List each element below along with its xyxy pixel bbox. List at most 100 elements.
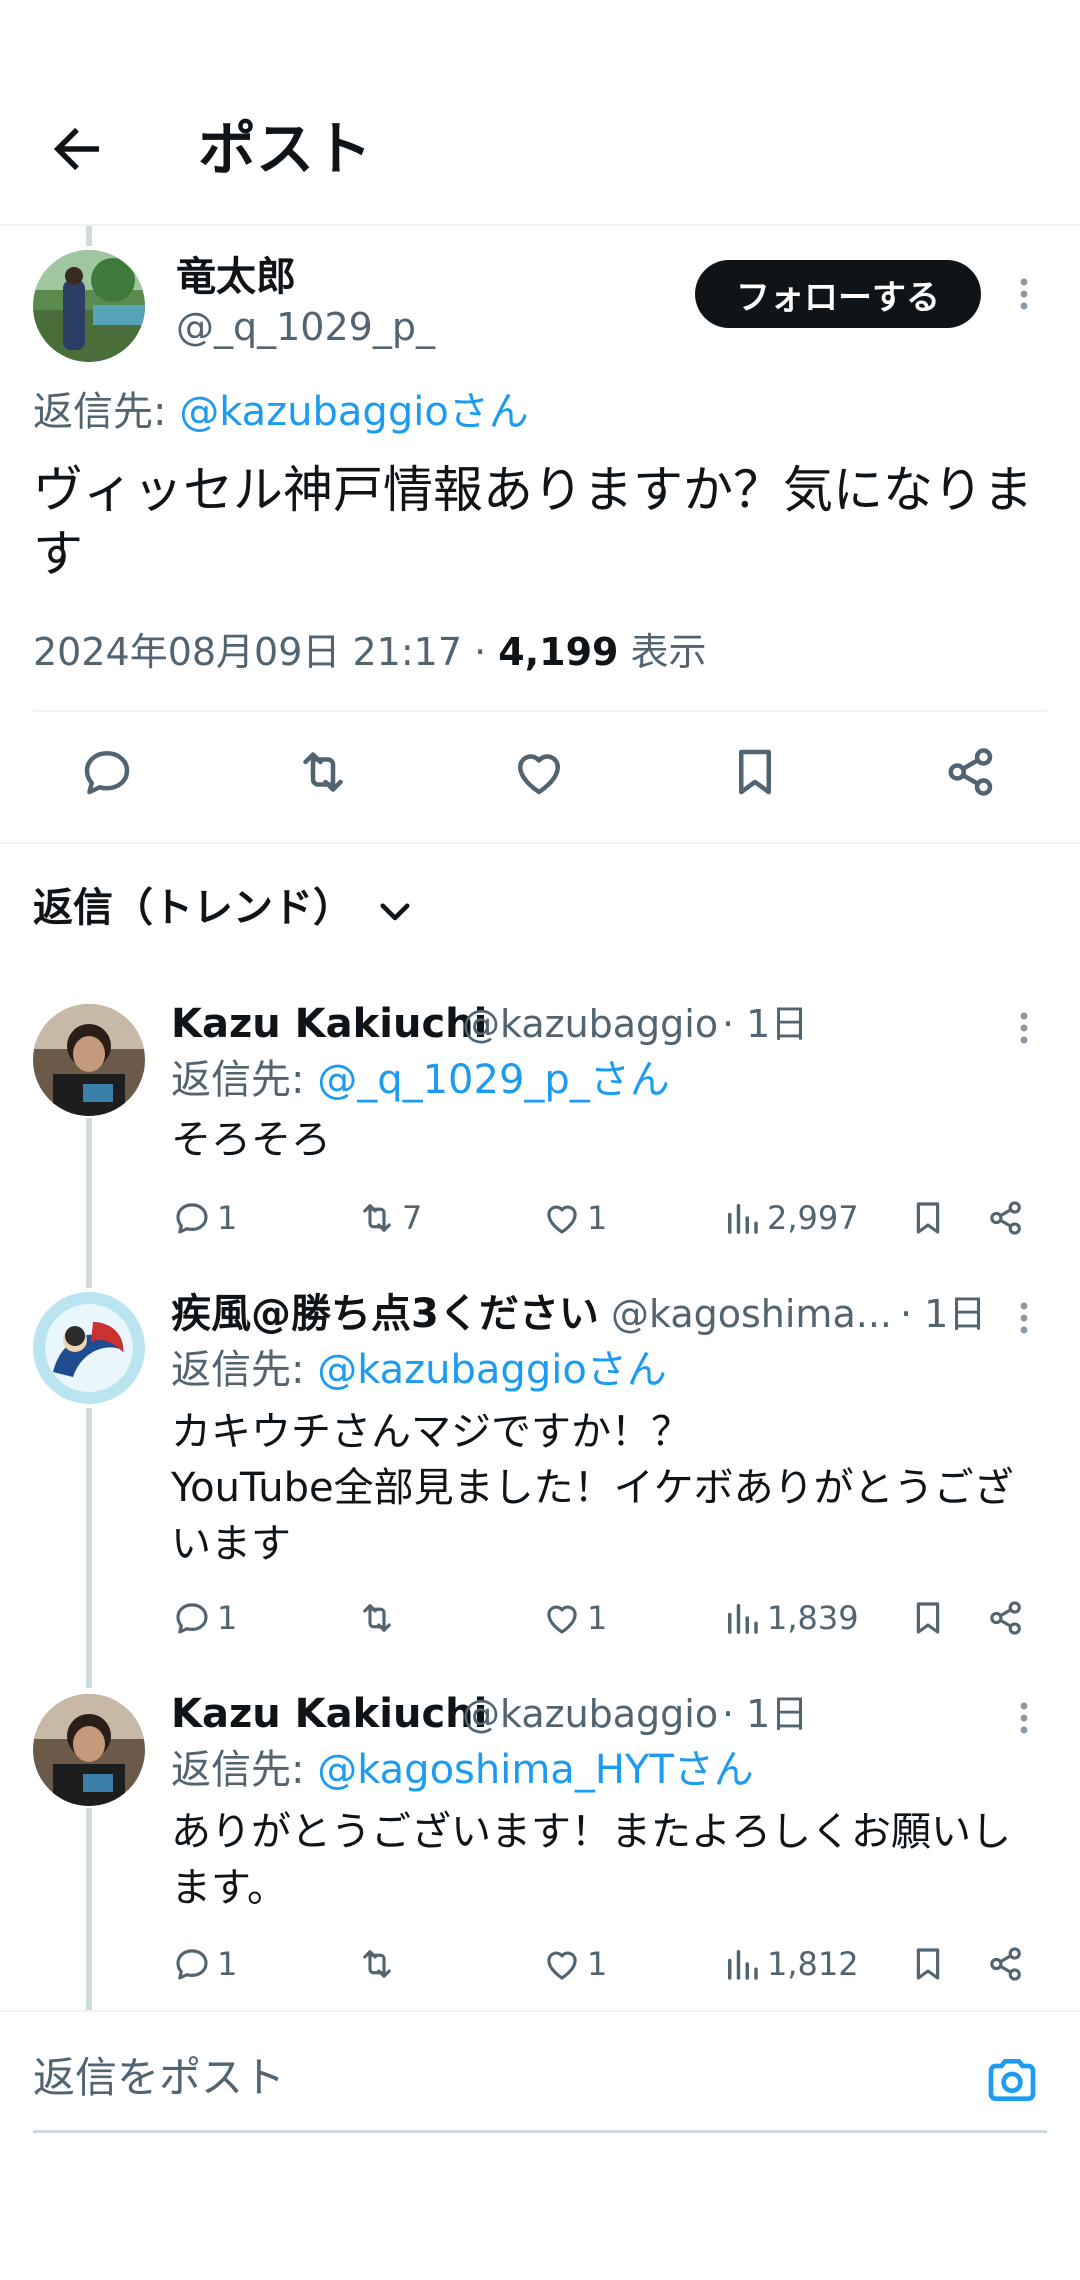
reply-repost-button[interactable]: 7 [356, 1192, 422, 1244]
post-meta: 2024年08月09日 21:17 · 4,199 表示 [33, 624, 707, 680]
reply-like-button[interactable]: 1 [541, 1592, 607, 1644]
reply-reply-button[interactable]: 1 [171, 1592, 237, 1644]
reply-to-prefix: 返信先: [171, 1747, 318, 1793]
reply-share-button[interactable] [985, 1192, 1027, 1244]
bookmark-icon [916, 1202, 940, 1234]
replies-sort-dropdown[interactable]: 返信（トレンド） [33, 880, 353, 936]
reply-share-button[interactable] [985, 1592, 1027, 1644]
reply-count: 1 [217, 1599, 238, 1637]
reply-to-mention[interactable]: @kazubaggioさん [179, 389, 529, 435]
reply-repost-button[interactable] [356, 1592, 402, 1644]
back-arrow-icon[interactable] [44, 116, 110, 182]
reply-author-avatar[interactable] [33, 1004, 145, 1116]
reply-like-button[interactable]: 1 [541, 1192, 607, 1244]
thread-connector-line [86, 226, 92, 246]
reply-count: 1 [217, 1199, 238, 1237]
reply-author-avatar[interactable] [33, 1292, 145, 1404]
reply-bookmark-button[interactable] [907, 1592, 949, 1644]
reply-icon [176, 1203, 208, 1234]
like-icon [547, 1951, 577, 1980]
like-icon[interactable] [509, 742, 569, 802]
reply-handle[interactable]: @kazubaggio [462, 1688, 718, 1740]
more-options-icon[interactable] [1004, 1298, 1044, 1338]
view-count: 2,997 [767, 1199, 859, 1237]
chevron-down-icon[interactable] [374, 890, 416, 932]
more-options-icon[interactable] [1004, 274, 1044, 314]
author-handle[interactable]: @_q_1029_p_ [176, 304, 435, 350]
post-text: ヴィッセル神戸情報ありますか？気になります [33, 461, 1033, 583]
page-title: ポスト [198, 115, 373, 183]
reply-bookmark-button[interactable] [907, 1192, 949, 1244]
repost-icon [363, 1204, 391, 1232]
reply-share-button[interactable] [985, 1938, 1027, 1990]
top-app-bar: ポスト [0, 0, 1080, 226]
reply-time: · 1日 [900, 1292, 987, 1336]
share-icon [990, 1601, 1021, 1635]
bookmark-icon [916, 1602, 940, 1634]
follow-button[interactable]: フォローする [695, 260, 981, 328]
reply-display-name[interactable]: Kazu Kakiuchi [171, 998, 487, 1050]
reply-icon [176, 1949, 208, 1980]
reply-views-button[interactable]: 2,997 [721, 1192, 859, 1244]
composer-underline [33, 2130, 1047, 2133]
reply-handle[interactable]: @kazubaggio [462, 998, 718, 1050]
camera-icon[interactable] [984, 2052, 1040, 2108]
reply-display-name[interactable]: Kazu Kakiuchi [171, 1688, 487, 1740]
author-display-name[interactable]: 竜太郎 [176, 252, 296, 302]
reply-to-line: 返信先: @kazubaggioさん [33, 386, 529, 438]
divider [0, 842, 1080, 844]
views-chart-icon [728, 1604, 758, 1634]
reply-views-button[interactable]: 1,812 [721, 1938, 859, 1990]
reply-author-avatar[interactable] [33, 1694, 145, 1806]
reply-display-name[interactable]: 疾風@勝ち点3ください [171, 1288, 599, 1340]
reply-action-bar: 1 1 1,839 [171, 1592, 1051, 1644]
reply-to-mention[interactable]: @_q_1029_p_さん [317, 1057, 670, 1103]
views-chart-icon [728, 1204, 758, 1234]
divider [0, 2010, 1080, 2012]
post-timestamp: 2024年08月09日 21:17 · [33, 630, 499, 674]
post-views-count: 4,199 [498, 630, 619, 674]
reply-text: そろそろ [171, 1117, 331, 1163]
more-options-icon[interactable] [1004, 1008, 1044, 1048]
bookmark-icon [916, 1948, 940, 1980]
reply-to-mention[interactable]: @kazubaggioさん [317, 1347, 667, 1393]
reply-reply-button[interactable]: 1 [171, 1938, 237, 1990]
like-icon [547, 1205, 577, 1234]
repost-count: 7 [402, 1199, 423, 1237]
reply-to-mention[interactable]: @kagoshima_HYTさん [317, 1747, 754, 1793]
reply-composer-input[interactable]: 返信をポスト [33, 2050, 285, 2106]
post-views-label: 表示 [618, 630, 707, 674]
post-action-bar [0, 742, 1080, 814]
view-count: 1,839 [767, 1599, 859, 1637]
reply-handle[interactable]: @kagoshima... [611, 1288, 892, 1340]
share-icon[interactable] [941, 742, 1001, 802]
more-options-icon[interactable] [1004, 1698, 1044, 1738]
reply-to-line: 返信先: @kazubaggioさん [171, 1344, 667, 1396]
reply-count: 1 [217, 1945, 238, 1983]
like-count: 1 [587, 1199, 608, 1237]
reply-like-button[interactable]: 1 [541, 1938, 607, 1990]
reply-reply-button[interactable]: 1 [171, 1192, 237, 1244]
reply-time: · 1日 [722, 1002, 809, 1046]
repost-icon[interactable] [293, 742, 353, 802]
reply-to-line: 返信先: @_q_1029_p_さん [171, 1054, 670, 1106]
bookmark-icon[interactable] [725, 742, 785, 802]
views-chart-icon [728, 1950, 758, 1980]
reply-action-bar: 1 1 1,812 [171, 1938, 1051, 1990]
like-icon [547, 1605, 577, 1634]
thread-connector-line [86, 1118, 92, 1288]
share-icon [990, 1201, 1021, 1235]
share-icon [990, 1947, 1021, 1981]
reply-views-button[interactable]: 1,839 [721, 1592, 859, 1644]
like-count: 1 [587, 1599, 608, 1637]
author-avatar[interactable] [33, 250, 145, 362]
reply-bookmark-button[interactable] [907, 1938, 949, 1990]
thread-connector-line [86, 1808, 92, 2010]
reply-text: カキウチさんマジですか！？ YouTube全部見ました！イケボありがとうございま… [171, 1409, 1014, 1567]
view-count: 1,812 [767, 1945, 859, 1983]
like-count: 1 [587, 1945, 608, 1983]
reply-to-prefix: 返信先: [171, 1347, 318, 1393]
reply-to-prefix: 返信先: [33, 389, 180, 435]
reply-icon[interactable] [77, 742, 137, 802]
reply-repost-button[interactable] [356, 1938, 402, 1990]
